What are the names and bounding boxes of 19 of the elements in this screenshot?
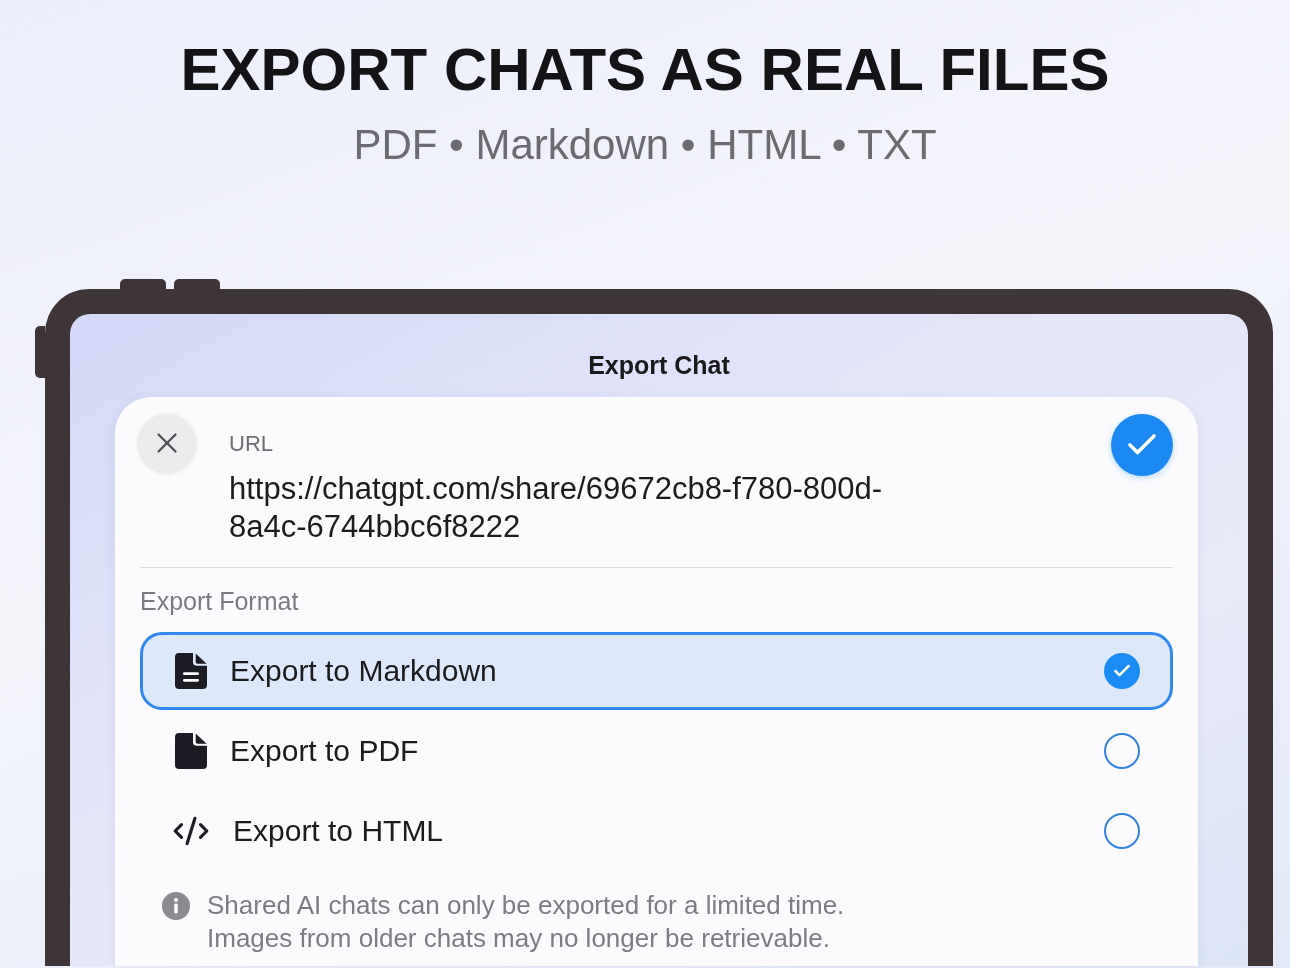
subtitle: PDF • Markdown • HTML • TXT <box>353 124 937 166</box>
sheet-title: Export Chat <box>588 353 730 378</box>
headline: EXPORT CHATS AS REAL FILES <box>180 40 1110 100</box>
radio-ring-icon <box>1104 813 1140 849</box>
document-lines-icon <box>175 653 207 689</box>
url-value: https://chatgpt.com/share/69672cb8-f780-800d-8a4c-6744bbc6f8222 <box>229 470 884 546</box>
close-button[interactable] <box>138 414 196 472</box>
format-option[interactable]: Export to HTML <box>140 792 1173 870</box>
url-label: URL <box>229 433 274 455</box>
confirm-button[interactable] <box>1111 414 1173 476</box>
format-option[interactable]: Export to PDF <box>140 712 1173 790</box>
info-icon <box>162 892 190 920</box>
format-option[interactable]: Export to Markdown <box>140 632 1173 710</box>
selected-check-icon <box>1104 653 1140 689</box>
radio-ring-icon <box>1104 733 1140 769</box>
document-icon <box>175 733 207 769</box>
code-icon <box>172 815 210 847</box>
notice-text: Shared AI chats can only be exported for a limited time. Images from older chats may no longer be retrievable. <box>207 889 846 955</box>
section-label: Export Format <box>140 589 300 614</box>
